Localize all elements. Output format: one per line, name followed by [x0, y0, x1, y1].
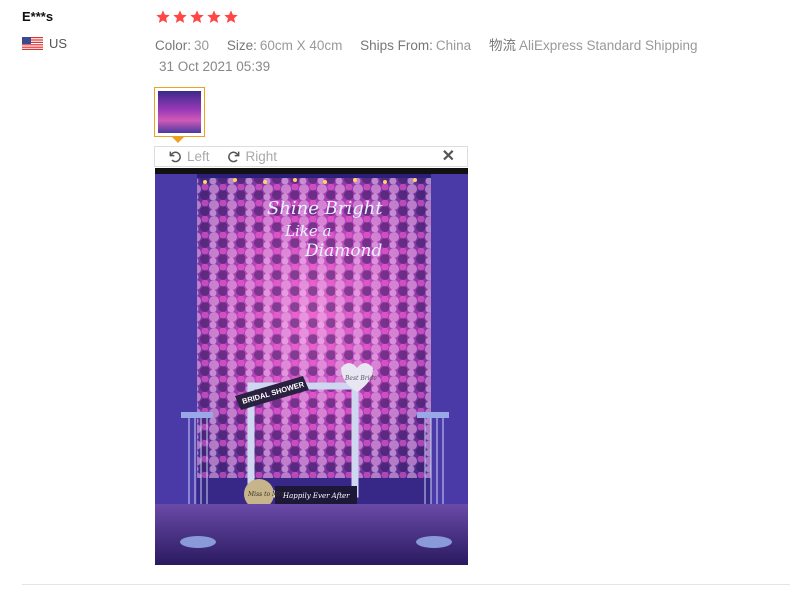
close-icon: ✕ — [441, 147, 455, 165]
sku-info: Color: 30 Size: 60cm X 40cm Ships From: Chi… — [155, 34, 712, 54]
color-value: 30 — [194, 38, 210, 53]
neon-sign-line-3: Diamond — [304, 241, 383, 261]
photo-banner-text: Happily Ever After — [282, 492, 350, 500]
neon-sign-line-2: Like a — [284, 222, 331, 240]
size-label: Size: — [226, 38, 257, 53]
photo-round-sign-text: Miss to Mrs — [247, 491, 284, 498]
close-button[interactable]: ✕ — [441, 147, 455, 165]
rotate-right-icon — [227, 151, 239, 162]
rotate-right-label: Right — [245, 149, 278, 164]
review-date: 31 Oct 2021 05:39 — [159, 59, 271, 74]
rotate-left-button[interactable]: Left — [167, 149, 210, 165]
photo-viewer-toolbar: Left Right ✕ — [154, 146, 468, 167]
logistics-value: AliExpress Standard Shipping — [518, 38, 698, 53]
photo-heart-text: Best Bride — [344, 375, 377, 382]
star-icon — [224, 10, 238, 23]
star-icon — [190, 10, 204, 23]
neon-sign-line-1: Shine Bright — [267, 198, 383, 219]
star-icon — [207, 10, 221, 23]
star-icon — [156, 10, 170, 23]
ships-from-label: Ships From: — [360, 38, 433, 53]
thumbnail-pointer — [172, 137, 184, 143]
us-flag-icon — [22, 37, 43, 50]
review-photo-thumbnail[interactable] — [154, 87, 205, 137]
ships-from-value: China — [435, 38, 472, 53]
size-value: 60cm X 40cm — [259, 38, 343, 53]
review-divider — [22, 584, 790, 585]
country-label: US — [49, 36, 68, 51]
star-icon — [173, 10, 187, 23]
star-rating — [155, 9, 239, 25]
color-label: Color: — [155, 38, 192, 53]
reviewer-country: US — [22, 36, 67, 51]
reviewer-name: E***s — [22, 9, 54, 24]
review-photo: Shine Bright Like a Diamond BRIDAL SHOWE… — [155, 168, 468, 565]
logistics-label: 物流 — [488, 38, 516, 53]
rotate-right-button[interactable]: Right — [226, 149, 278, 165]
rotate-left-label: Left — [187, 149, 210, 164]
rotate-left-icon — [169, 151, 181, 162]
